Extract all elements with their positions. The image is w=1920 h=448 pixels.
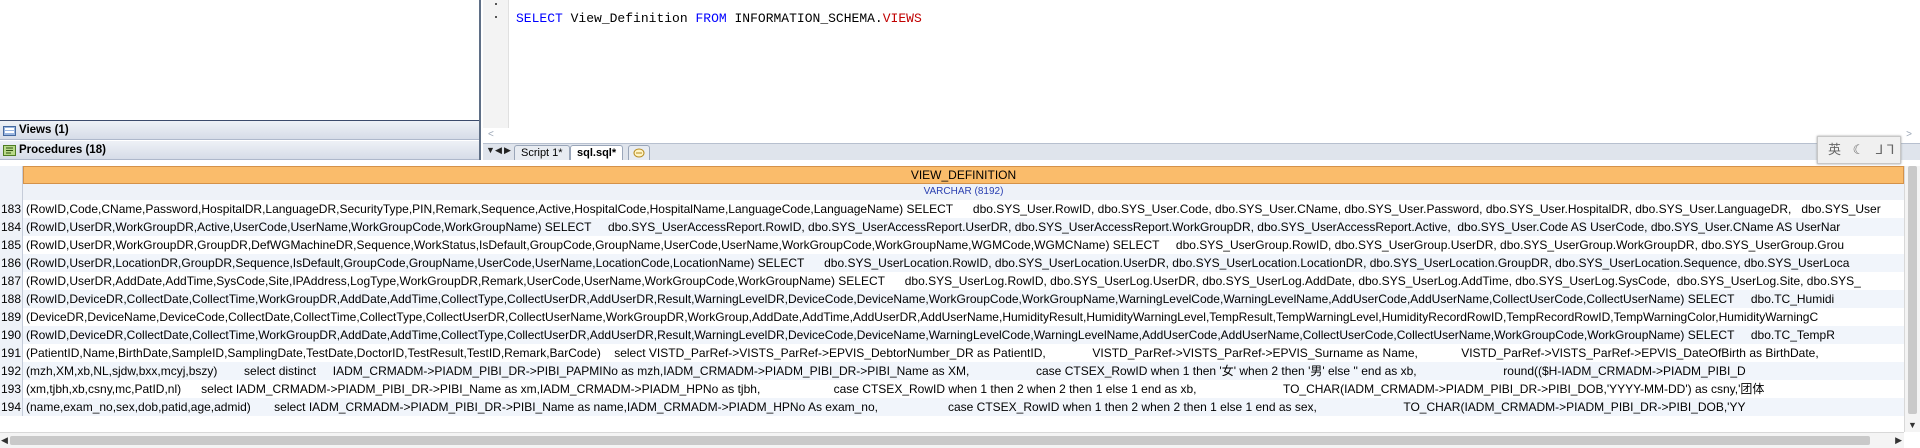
- row-number: 190: [0, 326, 23, 344]
- table-row[interactable]: 189 (DeviceDR,DeviceName,DeviceCode,Colle…: [0, 308, 1904, 326]
- row-value[interactable]: (RowID,DeviceDR,CollectDate,CollectTime,…: [26, 326, 1835, 344]
- grid-horizontal-scrollbar[interactable]: ◀ ▶: [0, 432, 1904, 448]
- grid-vertical-scrollbar[interactable]: ▼: [1904, 166, 1920, 432]
- tab-sql-sql-label: sql.sql*: [577, 147, 617, 159]
- views-folder-icon: [3, 126, 16, 136]
- table-row[interactable]: 191 (PatientID,Name,BirthDate,SampleID,Sa…: [0, 344, 1904, 362]
- tab-sql-sql[interactable]: sql.sql*: [570, 145, 624, 160]
- procedures-folder-icon: [3, 145, 16, 156]
- object-tree-pane: Views (1) Procedures (18): [0, 0, 481, 160]
- editor-horizontal-scrollbar[interactable]: < >: [483, 128, 1920, 143]
- row-value[interactable]: (mzh,XM,xb,NL,sjdw,bxx,mcyj,bszy) select…: [26, 362, 1746, 380]
- table-row[interactable]: 190 (RowID,DeviceDR,CollectDate,CollectTi…: [0, 326, 1904, 344]
- scroll-right-icon[interactable]: ▶: [1895, 435, 1902, 446]
- table-row[interactable]: 183 (RowID,Code,CName,Password,HospitalDR…: [0, 200, 1904, 218]
- tree-node-procedures[interactable]: Procedures (18): [0, 141, 479, 160]
- column-header-label: VIEW_DEFINITION: [910, 168, 1017, 182]
- tree-node-views-label: Views (1): [19, 124, 69, 136]
- ime-toolbar[interactable]: 英 ☾ ⅃⅂: [1817, 136, 1901, 164]
- new-tab-button[interactable]: [628, 145, 650, 160]
- row-number: 189: [0, 308, 23, 326]
- gutter-marker: [495, 3, 497, 5]
- column-type-label: VARCHAR (8192): [23, 184, 1904, 200]
- row-number: 193: [0, 380, 23, 398]
- result-grid: VIEW_DEFINITION VARCHAR (8192) 183 (RowID…: [0, 166, 1920, 448]
- row-value[interactable]: (RowID,UserDR,AddDate,AddTime,SysCode,Si…: [26, 272, 1861, 290]
- row-number: 191: [0, 344, 23, 362]
- sql-editor[interactable]: SELECT View_Definition FROM INFORMATION_…: [483, 0, 1920, 143]
- object-tree-blank-area: [0, 0, 479, 121]
- table-row[interactable]: 185 (RowID,UserDR,WorkGroupDR,GroupDR,Def…: [0, 236, 1904, 254]
- tab-next-icon[interactable]: ▶: [504, 145, 511, 156]
- column-type-text: VARCHAR (8192): [923, 186, 1004, 197]
- scroll-right-icon[interactable]: >: [1906, 129, 1912, 140]
- column-header-view-definition[interactable]: VIEW_DEFINITION: [23, 166, 1904, 184]
- scroll-left-icon[interactable]: ◀: [1, 435, 8, 446]
- tree-node-procedures-label: Procedures (18): [19, 144, 106, 156]
- row-number: 184: [0, 218, 23, 236]
- row-value[interactable]: (xm,tjbh,xb,csny,mc,PatID,nl) select IAD…: [26, 380, 1764, 398]
- ime-toolbar-text: 英 ☾ ⅃⅂: [1828, 142, 1899, 157]
- sql-schema: INFORMATION_SCHEMA.: [734, 11, 883, 26]
- row-number: 186: [0, 254, 23, 272]
- row-number: 192: [0, 362, 23, 380]
- row-number: 188: [0, 290, 23, 308]
- table-row[interactable]: 188 (RowID,DeviceDR,CollectDate,CollectTi…: [0, 290, 1904, 308]
- sql-column: View_Definition: [570, 11, 688, 26]
- table-row[interactable]: 192 (mzh,XM,xb,NL,sjdw,bxx,mcyj,bszy) sel…: [0, 362, 1904, 380]
- table-row[interactable]: 194 (name,exam_no,sex,dob,patid,age,admid…: [0, 398, 1904, 416]
- row-value[interactable]: (RowID,UserDR,LocationDR,GroupDR,Sequenc…: [26, 254, 1849, 272]
- row-value[interactable]: (RowID,UserDR,WorkGroupDR,GroupDR,DefWGM…: [26, 236, 1844, 254]
- tab-prev-icon[interactable]: ◀: [495, 145, 502, 156]
- grid-vertical-scroll-thumb[interactable]: [1908, 166, 1917, 414]
- table-row[interactable]: 187 (RowID,UserDR,AddDate,AddTime,SysCode…: [0, 272, 1904, 290]
- row-value[interactable]: (RowID,DeviceDR,CollectDate,CollectTime,…: [26, 290, 1834, 308]
- scroll-left-icon[interactable]: <: [488, 129, 494, 140]
- row-number: 183: [0, 200, 23, 218]
- tab-script-1[interactable]: Script 1*: [514, 145, 570, 160]
- editor-gutter: [483, 0, 509, 128]
- table-row[interactable]: 193 (xm,tjbh,xb,csny,mc,PatID,nl) select …: [0, 380, 1904, 398]
- grid-horizontal-scroll-thumb[interactable]: [10, 436, 1870, 445]
- editor-tab-strip: ▼ ◀ ▶ Script 1* sql.sql*: [483, 143, 1920, 160]
- row-number: 194: [0, 398, 23, 416]
- tab-script-1-label: Script 1*: [521, 147, 563, 159]
- sql-keyword-select: SELECT: [516, 11, 563, 26]
- new-tab-icon: [633, 148, 645, 158]
- row-value[interactable]: (RowID,Code,CName,Password,HospitalDR,La…: [26, 200, 1881, 218]
- row-value[interactable]: (DeviceDR,DeviceName,DeviceCode,CollectD…: [26, 308, 1818, 326]
- scroll-down-icon[interactable]: ▼: [1908, 420, 1917, 430]
- sql-code-line[interactable]: SELECT View_Definition FROM INFORMATION_…: [516, 11, 922, 26]
- row-number-header[interactable]: [0, 166, 23, 200]
- tree-node-views[interactable]: Views (1): [0, 121, 479, 140]
- row-value[interactable]: (RowID,UserDR,WorkGroupDR,Active,UserCod…: [26, 218, 1840, 236]
- sql-keyword-from: FROM: [695, 11, 727, 26]
- gutter-marker: [495, 16, 497, 18]
- row-number: 187: [0, 272, 23, 290]
- tab-dropdown-icon[interactable]: ▼: [486, 145, 495, 155]
- row-number: 185: [0, 236, 23, 254]
- sql-table: VIEWS: [882, 11, 922, 26]
- table-row[interactable]: 184 (RowID,UserDR,WorkGroupDR,Active,User…: [0, 218, 1904, 236]
- row-value[interactable]: (name,exam_no,sex,dob,patid,age,admid) s…: [26, 398, 1745, 416]
- row-value[interactable]: (PatientID,Name,BirthDate,SampleID,Sampl…: [26, 344, 1819, 362]
- table-row[interactable]: 186 (RowID,UserDR,LocationDR,GroupDR,Sequ…: [0, 254, 1904, 272]
